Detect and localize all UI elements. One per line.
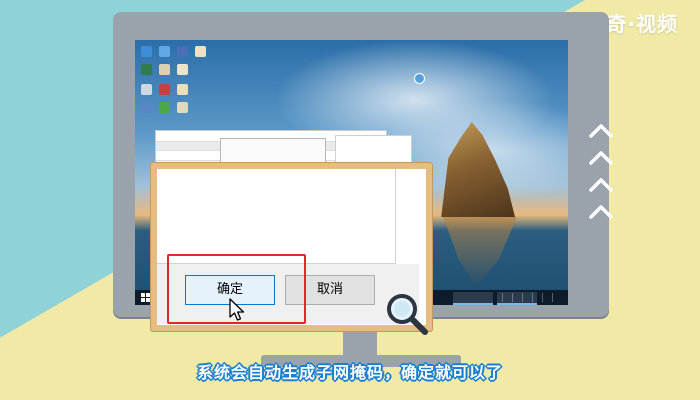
cursor-arrow-icon bbox=[229, 298, 245, 321]
desktop-icon[interactable] bbox=[177, 64, 188, 75]
desktop-icon[interactable] bbox=[159, 102, 170, 113]
desktop-icon[interactable] bbox=[177, 84, 188, 95]
desktop-icon[interactable] bbox=[159, 64, 170, 75]
desktop-icon[interactable] bbox=[159, 46, 170, 57]
cursor-marker-icon bbox=[414, 73, 425, 84]
desktop-icon[interactable] bbox=[141, 84, 152, 95]
desktop-icon[interactable] bbox=[141, 46, 152, 57]
dialog-content-panel bbox=[157, 169, 396, 264]
desktop-wallpaper-reflection bbox=[443, 217, 517, 287]
desktop-icon[interactable] bbox=[141, 64, 152, 75]
desktop-icon[interactable] bbox=[159, 84, 170, 95]
desktop-icons bbox=[139, 44, 219, 114]
desktop-icon[interactable] bbox=[141, 102, 152, 113]
magnifier-icon bbox=[387, 294, 428, 335]
taskbar-item[interactable] bbox=[453, 292, 493, 305]
windows-start-icon[interactable] bbox=[141, 293, 150, 302]
chevron-up-icon bbox=[589, 124, 613, 219]
desktop-icon[interactable] bbox=[177, 46, 188, 57]
desktop-wallpaper-rock bbox=[441, 122, 515, 217]
subtitle-caption: 系统会自动生成子网掩码，确定就可以了 bbox=[196, 363, 503, 382]
desktop-icon[interactable] bbox=[177, 102, 188, 113]
desktop-icon[interactable] bbox=[195, 46, 206, 57]
system-tray bbox=[502, 293, 562, 302]
